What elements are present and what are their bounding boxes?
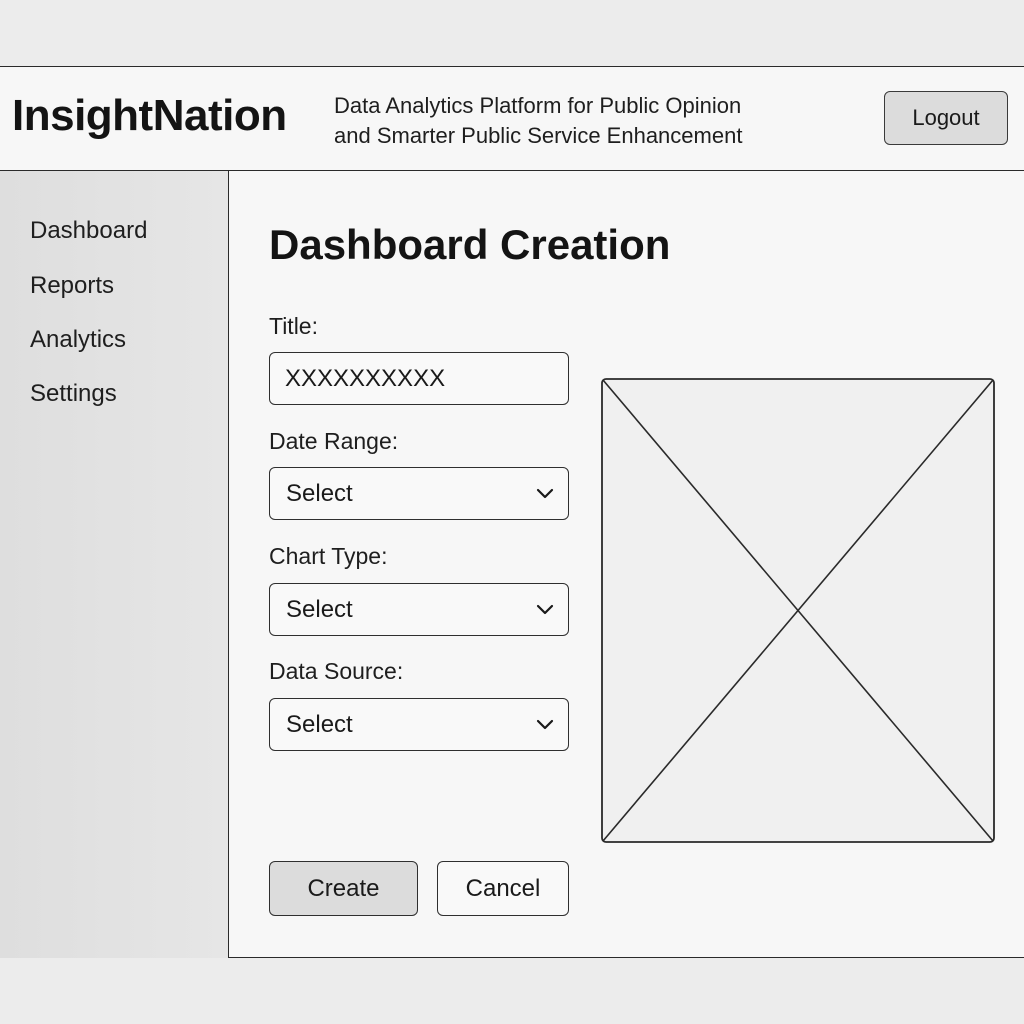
tagline-line-2: and Smarter Public Service Enhancement bbox=[334, 123, 743, 148]
sidebar: Dashboard Reports Analytics Settings bbox=[0, 171, 229, 958]
title-label: Title: bbox=[269, 313, 318, 339]
image-placeholder-icon bbox=[601, 378, 995, 843]
chevron-down-icon bbox=[536, 601, 554, 619]
tagline-line-1: Data Analytics Platform for Public Opini… bbox=[334, 93, 742, 118]
chevron-down-icon bbox=[536, 716, 554, 734]
page-title: Dashboard Creation bbox=[269, 221, 671, 268]
data-source-label: Data Source: bbox=[269, 658, 404, 684]
chart-type-select[interactable]: Select bbox=[269, 583, 569, 636]
cancel-button[interactable]: Cancel bbox=[437, 861, 569, 916]
chart-type-label: Chart Type: bbox=[269, 543, 388, 569]
title-input[interactable] bbox=[269, 352, 569, 405]
app-window: InsightNation Data Analytics Platform fo… bbox=[0, 66, 1024, 958]
sidebar-item-settings[interactable]: Settings bbox=[30, 380, 117, 408]
date-range-select[interactable]: Select bbox=[269, 467, 569, 520]
data-source-value: Select bbox=[286, 710, 353, 738]
logout-button[interactable]: Logout bbox=[884, 91, 1008, 145]
date-range-value: Select bbox=[286, 479, 353, 507]
sidebar-item-dashboard[interactable]: Dashboard bbox=[30, 217, 147, 245]
sidebar-item-analytics[interactable]: Analytics bbox=[30, 326, 126, 354]
sidebar-item-reports[interactable]: Reports bbox=[30, 272, 114, 300]
data-source-select[interactable]: Select bbox=[269, 698, 569, 751]
date-range-label: Date Range: bbox=[269, 428, 399, 454]
chart-type-value: Select bbox=[286, 595, 353, 623]
tagline: Data Analytics Platform for Public Opini… bbox=[334, 91, 834, 151]
header: InsightNation Data Analytics Platform fo… bbox=[0, 67, 1024, 171]
chevron-down-icon bbox=[536, 485, 554, 503]
main-content: Dashboard Creation Title: Date Range: Se… bbox=[229, 171, 1024, 958]
brand-logo-text: InsightNation bbox=[12, 91, 287, 140]
create-button[interactable]: Create bbox=[269, 861, 418, 916]
